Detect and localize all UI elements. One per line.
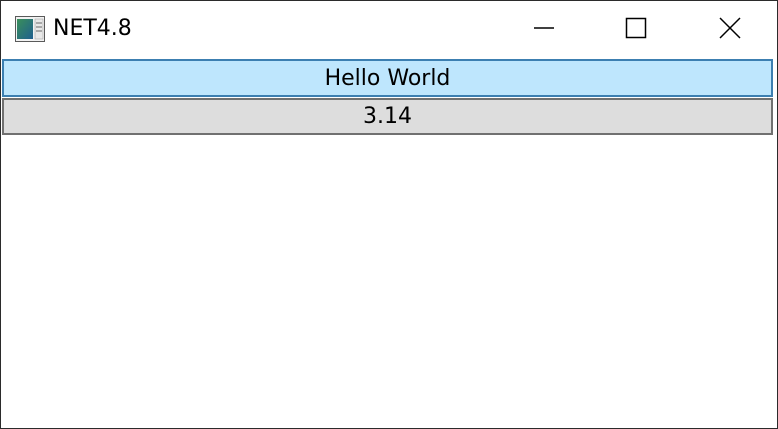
app-window: NET4.8 Hello World 3.14: [0, 0, 778, 429]
maximize-button[interactable]: [591, 1, 681, 58]
hello-world-button[interactable]: Hello World: [2, 59, 773, 97]
maximize-icon: [625, 17, 647, 43]
hello-world-button-label: Hello World: [324, 65, 451, 91]
window-title: NET4.8: [53, 16, 132, 41]
close-button[interactable]: [685, 1, 775, 58]
pi-value-button[interactable]: 3.14: [2, 98, 773, 135]
close-icon: [719, 16, 741, 43]
title-bar[interactable]: NET4.8: [1, 1, 777, 58]
app-window-icon[interactable]: [15, 16, 45, 42]
pi-value-button-label: 3.14: [363, 104, 412, 129]
minimize-button[interactable]: [499, 1, 589, 58]
minimize-icon: [533, 17, 555, 43]
